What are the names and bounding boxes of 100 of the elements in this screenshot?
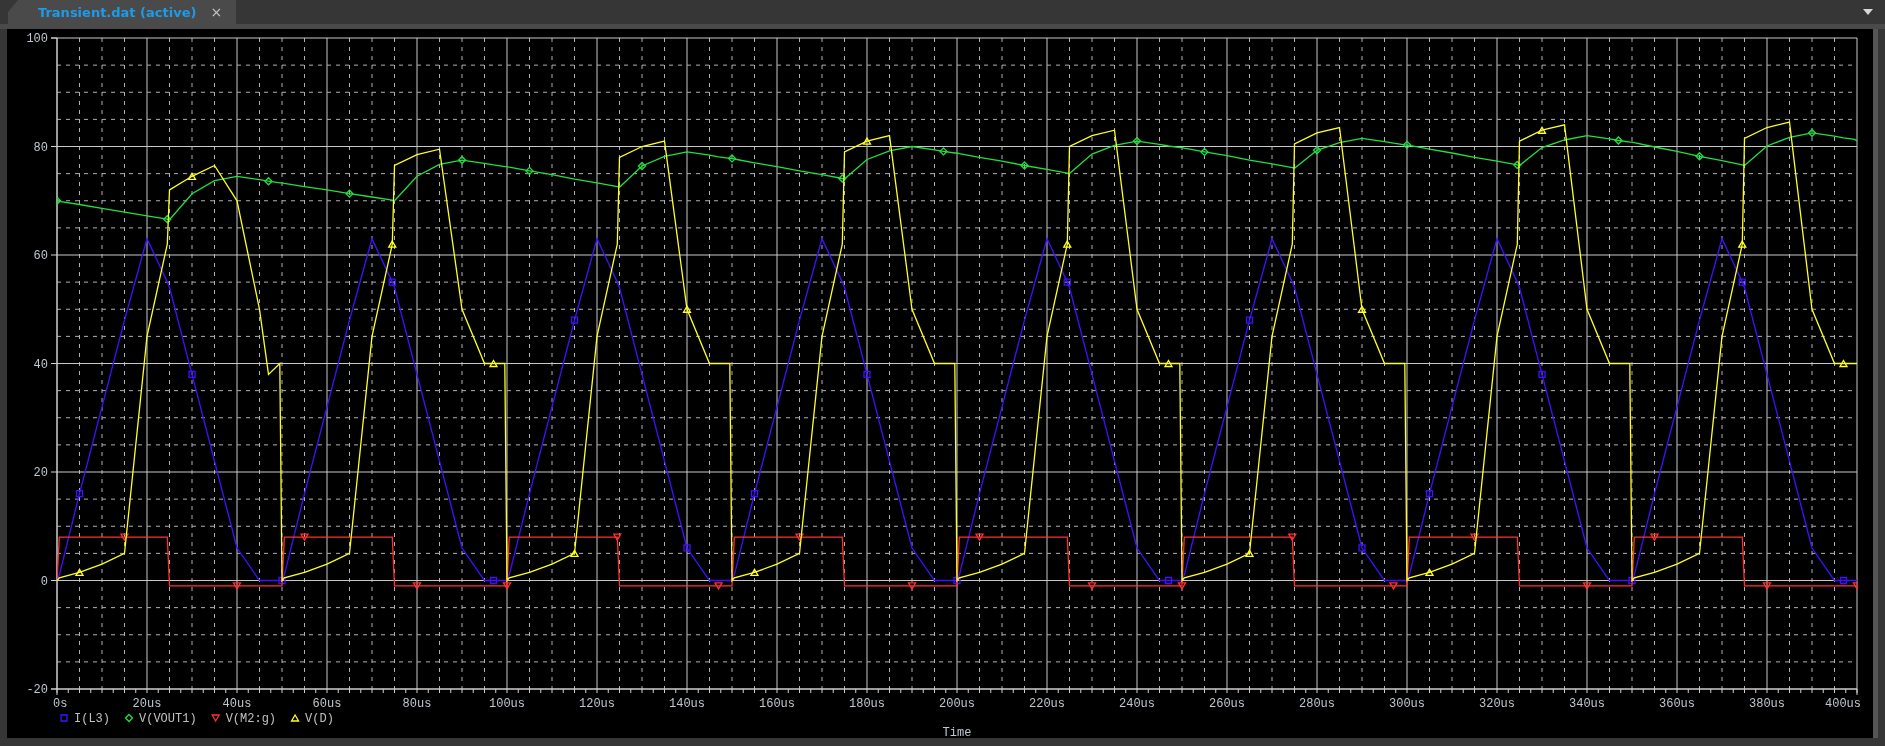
tick-label: 100: [26, 32, 48, 46]
data-point-marker: [1469, 533, 1480, 542]
data-point-marker: [907, 582, 917, 591]
data-point-marker: [162, 214, 172, 224]
square-icon: [60, 714, 68, 722]
data-point-marker: [489, 576, 498, 585]
data-point-marker: [1402, 140, 1412, 150]
data-point-marker: [1425, 490, 1434, 498]
data-point-marker: [1164, 576, 1173, 585]
data-point-marker: [1538, 370, 1546, 378]
data-point-marker: [1839, 576, 1848, 585]
data-point-marker: [1357, 304, 1367, 313]
tick-label: 60: [33, 249, 48, 263]
data-point-marker: [1807, 128, 1817, 138]
close-icon[interactable]: ×: [210, 5, 223, 19]
data-point-marker: [570, 316, 579, 324]
data-point-marker: [1649, 533, 1660, 542]
data-point-marker: [388, 278, 396, 286]
data-point-marker: [232, 582, 242, 591]
data-point-marker: [1177, 582, 1187, 591]
data-point-marker: [457, 155, 467, 165]
legend-label: V(D): [305, 712, 334, 726]
data-point-marker: [1163, 359, 1174, 368]
data-point-marker: [1287, 533, 1297, 542]
tick-label: 160us: [759, 697, 795, 711]
legend-label: I(L3): [74, 712, 110, 726]
tick-label: 80us: [402, 697, 432, 711]
data-point-marker: [387, 239, 397, 248]
data-point-marker: [1063, 278, 1071, 286]
data-point-marker: [749, 568, 760, 576]
data-point-marker: [75, 490, 84, 498]
data-point-marker: [488, 359, 499, 368]
legend-label: V(M2:g): [225, 712, 277, 726]
data-point-marker: [1020, 161, 1029, 170]
data-point-marker: [637, 161, 647, 171]
tick-label: 220us: [1029, 697, 1065, 711]
data-point-marker: [264, 176, 273, 186]
data-point-marker: [1628, 576, 1636, 585]
tick-label: 280us: [1299, 697, 1335, 711]
data-point-marker: [862, 136, 872, 145]
diamond-icon: [124, 713, 134, 723]
data-point-marker: [502, 582, 512, 591]
tick-label: 380us: [1749, 697, 1785, 711]
tick-label: 320us: [1479, 697, 1515, 711]
data-point-marker: [1852, 582, 1858, 591]
data-point-marker: [939, 146, 948, 156]
data-point-marker: [713, 582, 724, 591]
document-tab[interactable]: Transient.dat (active) ×: [8, 0, 237, 24]
data-point-marker: [794, 533, 805, 542]
data-point-marker: [1537, 125, 1547, 134]
data-point-marker: [345, 189, 354, 199]
data-point-marker: [1245, 316, 1254, 324]
tick-label: 140us: [669, 697, 705, 711]
data-point-marker: [1062, 239, 1072, 248]
tick-label: 200us: [939, 697, 975, 711]
data-point-marker: [974, 533, 985, 542]
data-point-marker: [1132, 136, 1142, 146]
axis-label: Time: [942, 726, 972, 738]
tick-label: 0s: [53, 697, 68, 711]
data-point-marker: [750, 490, 759, 498]
data-point-marker: [1312, 145, 1322, 155]
tick-label: 260us: [1209, 697, 1245, 711]
data-point-marker: [278, 576, 286, 585]
data-point-marker: [683, 544, 691, 552]
tick-label: 400us: [1825, 697, 1861, 711]
tick-label: 300us: [1389, 697, 1425, 711]
data-point-marker: [612, 533, 622, 542]
data-point-marker: [1244, 549, 1255, 558]
data-point-marker: [188, 370, 196, 378]
tick-label: 40: [33, 357, 48, 372]
data-point-marker: [1424, 568, 1435, 576]
data-point-marker: [1388, 582, 1399, 591]
data-point-marker: [1737, 239, 1747, 248]
tick-label: 360us: [1659, 697, 1695, 711]
data-point-marker: [1512, 160, 1522, 170]
data-point-marker: [1582, 582, 1592, 591]
data-point-marker: [187, 172, 197, 180]
data-point-marker: [1695, 151, 1704, 161]
data-point-marker: [57, 196, 62, 206]
data-point-marker: [1738, 278, 1746, 286]
data-point-marker: [1614, 136, 1623, 145]
data-point-marker: [119, 533, 130, 542]
data-point-marker: [727, 154, 737, 163]
dropdown-icon[interactable]: [1863, 9, 1873, 15]
data-point-marker: [953, 576, 961, 585]
data-point-marker: [299, 533, 310, 542]
data-point-marker: [1087, 582, 1097, 591]
data-point-marker: [1358, 544, 1366, 552]
tick-label: 20us: [132, 697, 162, 711]
tick-label: 180us: [849, 697, 885, 711]
tick-label: 120us: [579, 697, 615, 711]
legend-label: V(VOUT1): [139, 712, 197, 726]
tick-label: 240us: [1119, 697, 1155, 711]
tick-label: 40us: [222, 697, 252, 711]
data-point-marker: [74, 568, 85, 576]
tick-label: -20: [26, 683, 48, 697]
triangle-icon: [290, 713, 300, 722]
tick-label: 0: [40, 574, 48, 589]
data-point-marker: [412, 582, 422, 591]
tick-label: 340us: [1569, 697, 1605, 711]
